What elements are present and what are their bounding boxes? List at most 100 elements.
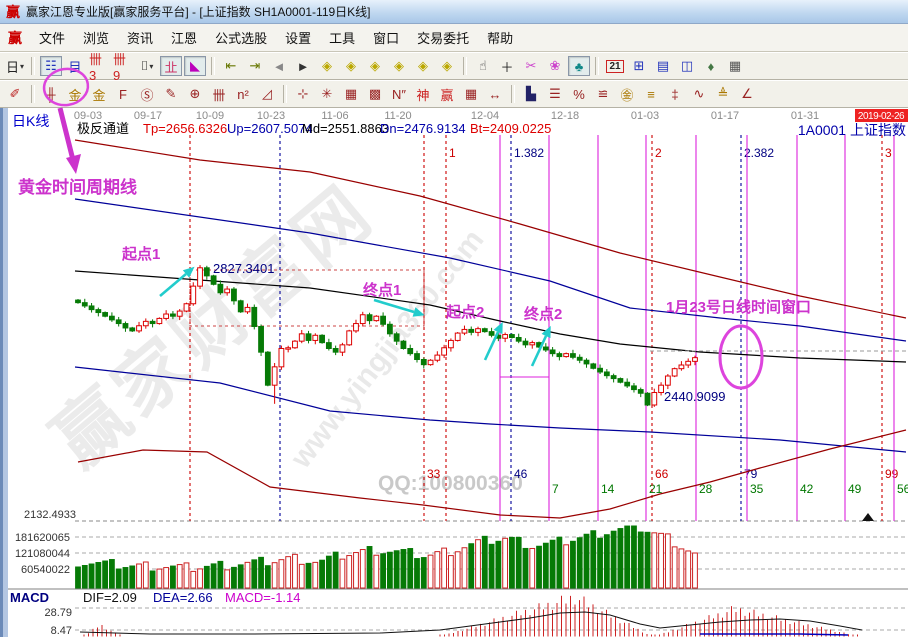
computer-icon[interactable]: ▦: [724, 56, 746, 76]
volume-bar: [591, 531, 596, 588]
marker-pen-tool-icon[interactable]: ✎: [160, 84, 182, 104]
volume-bar: [618, 529, 623, 588]
bars-3-icon[interactable]: 卌3: [88, 56, 110, 76]
save-icon[interactable]: ◫: [676, 56, 698, 76]
color-triangle-icon[interactable]: ◣: [184, 56, 206, 76]
first-bar-icon[interactable]: ⇤: [220, 56, 242, 76]
gann-grid-tool-icon[interactable]: ▦: [340, 84, 362, 104]
ruler-tool-icon[interactable]: 卌: [208, 84, 230, 104]
quote-list-icon[interactable]: 目: [64, 56, 86, 76]
ying-tool-icon[interactable]: 赢: [436, 84, 458, 104]
diamond-right-icon[interactable]: ◈: [340, 56, 362, 76]
menu-news[interactable]: 资讯: [118, 25, 162, 50]
gold-lines-tool-icon[interactable]: ≡: [640, 84, 662, 104]
gann-count-label: 66: [655, 467, 669, 481]
volume-bar: [476, 540, 481, 588]
volume-bar: [143, 562, 148, 588]
candle-body: [469, 329, 474, 332]
send-icon[interactable]: ♦: [700, 56, 722, 76]
volume-bar: [530, 548, 535, 588]
diamond-hzoom-out-icon[interactable]: ◈: [364, 56, 386, 76]
candle-body: [611, 376, 616, 379]
price-axis-label: 2132.4933: [24, 509, 76, 521]
volume-bar: [103, 561, 108, 588]
diamond-compress-icon[interactable]: ◈: [436, 56, 458, 76]
menu-help[interactable]: 帮助: [478, 25, 522, 50]
flower-tool-icon[interactable]: ❀: [544, 56, 566, 76]
diamond-left-icon[interactable]: ◈: [316, 56, 338, 76]
grid-123-tool-icon[interactable]: ▦: [460, 84, 482, 104]
candle-style-dropdown[interactable]: ⌷▾: [136, 56, 158, 76]
volume-bar: [89, 564, 94, 588]
scroll-triangle-marker[interactable]: [862, 513, 874, 521]
ratio-line-tool-icon[interactable]: ≌: [592, 84, 614, 104]
compass-tool-icon[interactable]: ⊕: [184, 84, 206, 104]
shen-tool-icon[interactable]: 神: [412, 84, 434, 104]
chip-chart-tool-icon[interactable]: ▙: [520, 84, 542, 104]
hand-tool-icon[interactable]: ☝: [472, 56, 494, 76]
scissors-tool-icon[interactable]: ✂: [520, 56, 542, 76]
notes-icon[interactable]: ▤: [652, 56, 674, 76]
gold-top-tool-icon[interactable]: ≜: [712, 84, 734, 104]
prev-bar-icon[interactable]: ◄: [268, 56, 290, 76]
menu-trade[interactable]: 交易委托: [408, 25, 478, 50]
golden-annotation-arrow: [60, 108, 73, 160]
period-kline-dropdown[interactable]: 日▾: [4, 56, 26, 76]
gold-circle-tool-icon[interactable]: ㊎: [616, 84, 638, 104]
chart-background[interactable]: [8, 108, 908, 637]
menu-settings[interactable]: 设置: [276, 25, 320, 50]
volume-bar: [333, 552, 338, 588]
menu-browse[interactable]: 浏览: [74, 25, 118, 50]
menu-file[interactable]: 文件: [30, 25, 74, 50]
titlebar[interactable]: 赢 赢家江恩专业版[赢家服务平台] - [上证指数 SH1A0001-119日K…: [0, 0, 908, 24]
angle-tool-icon[interactable]: ◿: [256, 84, 278, 104]
menu-formula-stock-pick[interactable]: 公式选股: [206, 25, 276, 50]
angle-line-tool-icon[interactable]: ∠: [736, 84, 758, 104]
date-axis-label: 10-09: [196, 110, 224, 122]
gann-point-annotation: 起点1: [121, 246, 160, 263]
candle-body: [557, 354, 562, 357]
diamond-hzoom-in-icon[interactable]: ◈: [388, 56, 410, 76]
fibonacci-tool-icon[interactable]: F: [112, 84, 134, 104]
volume-axis-label: 60540022: [21, 564, 70, 576]
width-tool-icon[interactable]: ↔: [484, 84, 506, 104]
volume-bar: [557, 537, 562, 588]
gann-star-tool-icon[interactable]: ✳: [316, 84, 338, 104]
percent-tool-icon[interactable]: %: [568, 84, 590, 104]
gann-target-tool-icon[interactable]: ⊹: [292, 84, 314, 104]
period-label: 日K线: [12, 113, 49, 129]
menu-tools[interactable]: 工具: [320, 25, 364, 50]
grid-tool-icon[interactable]: ╫: [40, 84, 62, 104]
candle-body: [272, 367, 277, 385]
candle-body: [326, 343, 331, 349]
wave-tool-icon[interactable]: ∿: [688, 84, 710, 104]
volume-bar: [421, 558, 426, 588]
calendar-icon[interactable]: 21: [604, 56, 626, 76]
percent-line-tool-icon[interactable]: ☰: [544, 84, 566, 104]
diamond-expand-icon[interactable]: ◈: [412, 56, 434, 76]
overlay-chart-icon[interactable]: ☷: [40, 56, 62, 76]
clover-tool-icon[interactable]: ♣: [568, 56, 590, 76]
next-bar-icon[interactable]: ►: [292, 56, 314, 76]
golden-section-tool-icon[interactable]: 金: [64, 84, 86, 104]
menu-window[interactable]: 窗口: [364, 25, 408, 50]
crosshair-tool-icon[interactable]: ＋: [496, 56, 518, 76]
spiral-tool-icon[interactable]: Ⓢ: [136, 84, 158, 104]
gann-pattern-icon[interactable]: 㐀: [160, 56, 182, 76]
last-bar-icon[interactable]: ⇥: [244, 56, 266, 76]
wave-n-tool-icon[interactable]: Ν″: [388, 84, 410, 104]
calculator-icon[interactable]: ⊞: [628, 56, 650, 76]
bars-9-icon[interactable]: 卌9: [112, 56, 134, 76]
n-squared-tool-icon[interactable]: n²: [232, 84, 254, 104]
volume-bar: [652, 533, 657, 588]
volume-bar: [693, 553, 698, 588]
candle-body: [489, 332, 494, 336]
candle-body: [177, 311, 182, 316]
menu-gann[interactable]: 江恩: [162, 25, 206, 50]
volume-tool-icon[interactable]: ‡: [664, 84, 686, 104]
candle-body: [82, 303, 87, 306]
golden-line-tool-icon[interactable]: 金: [88, 84, 110, 104]
pen-tool-icon[interactable]: ✐: [4, 84, 26, 104]
candle-body: [313, 335, 318, 340]
gann-box-tool-icon[interactable]: ▩: [364, 84, 386, 104]
